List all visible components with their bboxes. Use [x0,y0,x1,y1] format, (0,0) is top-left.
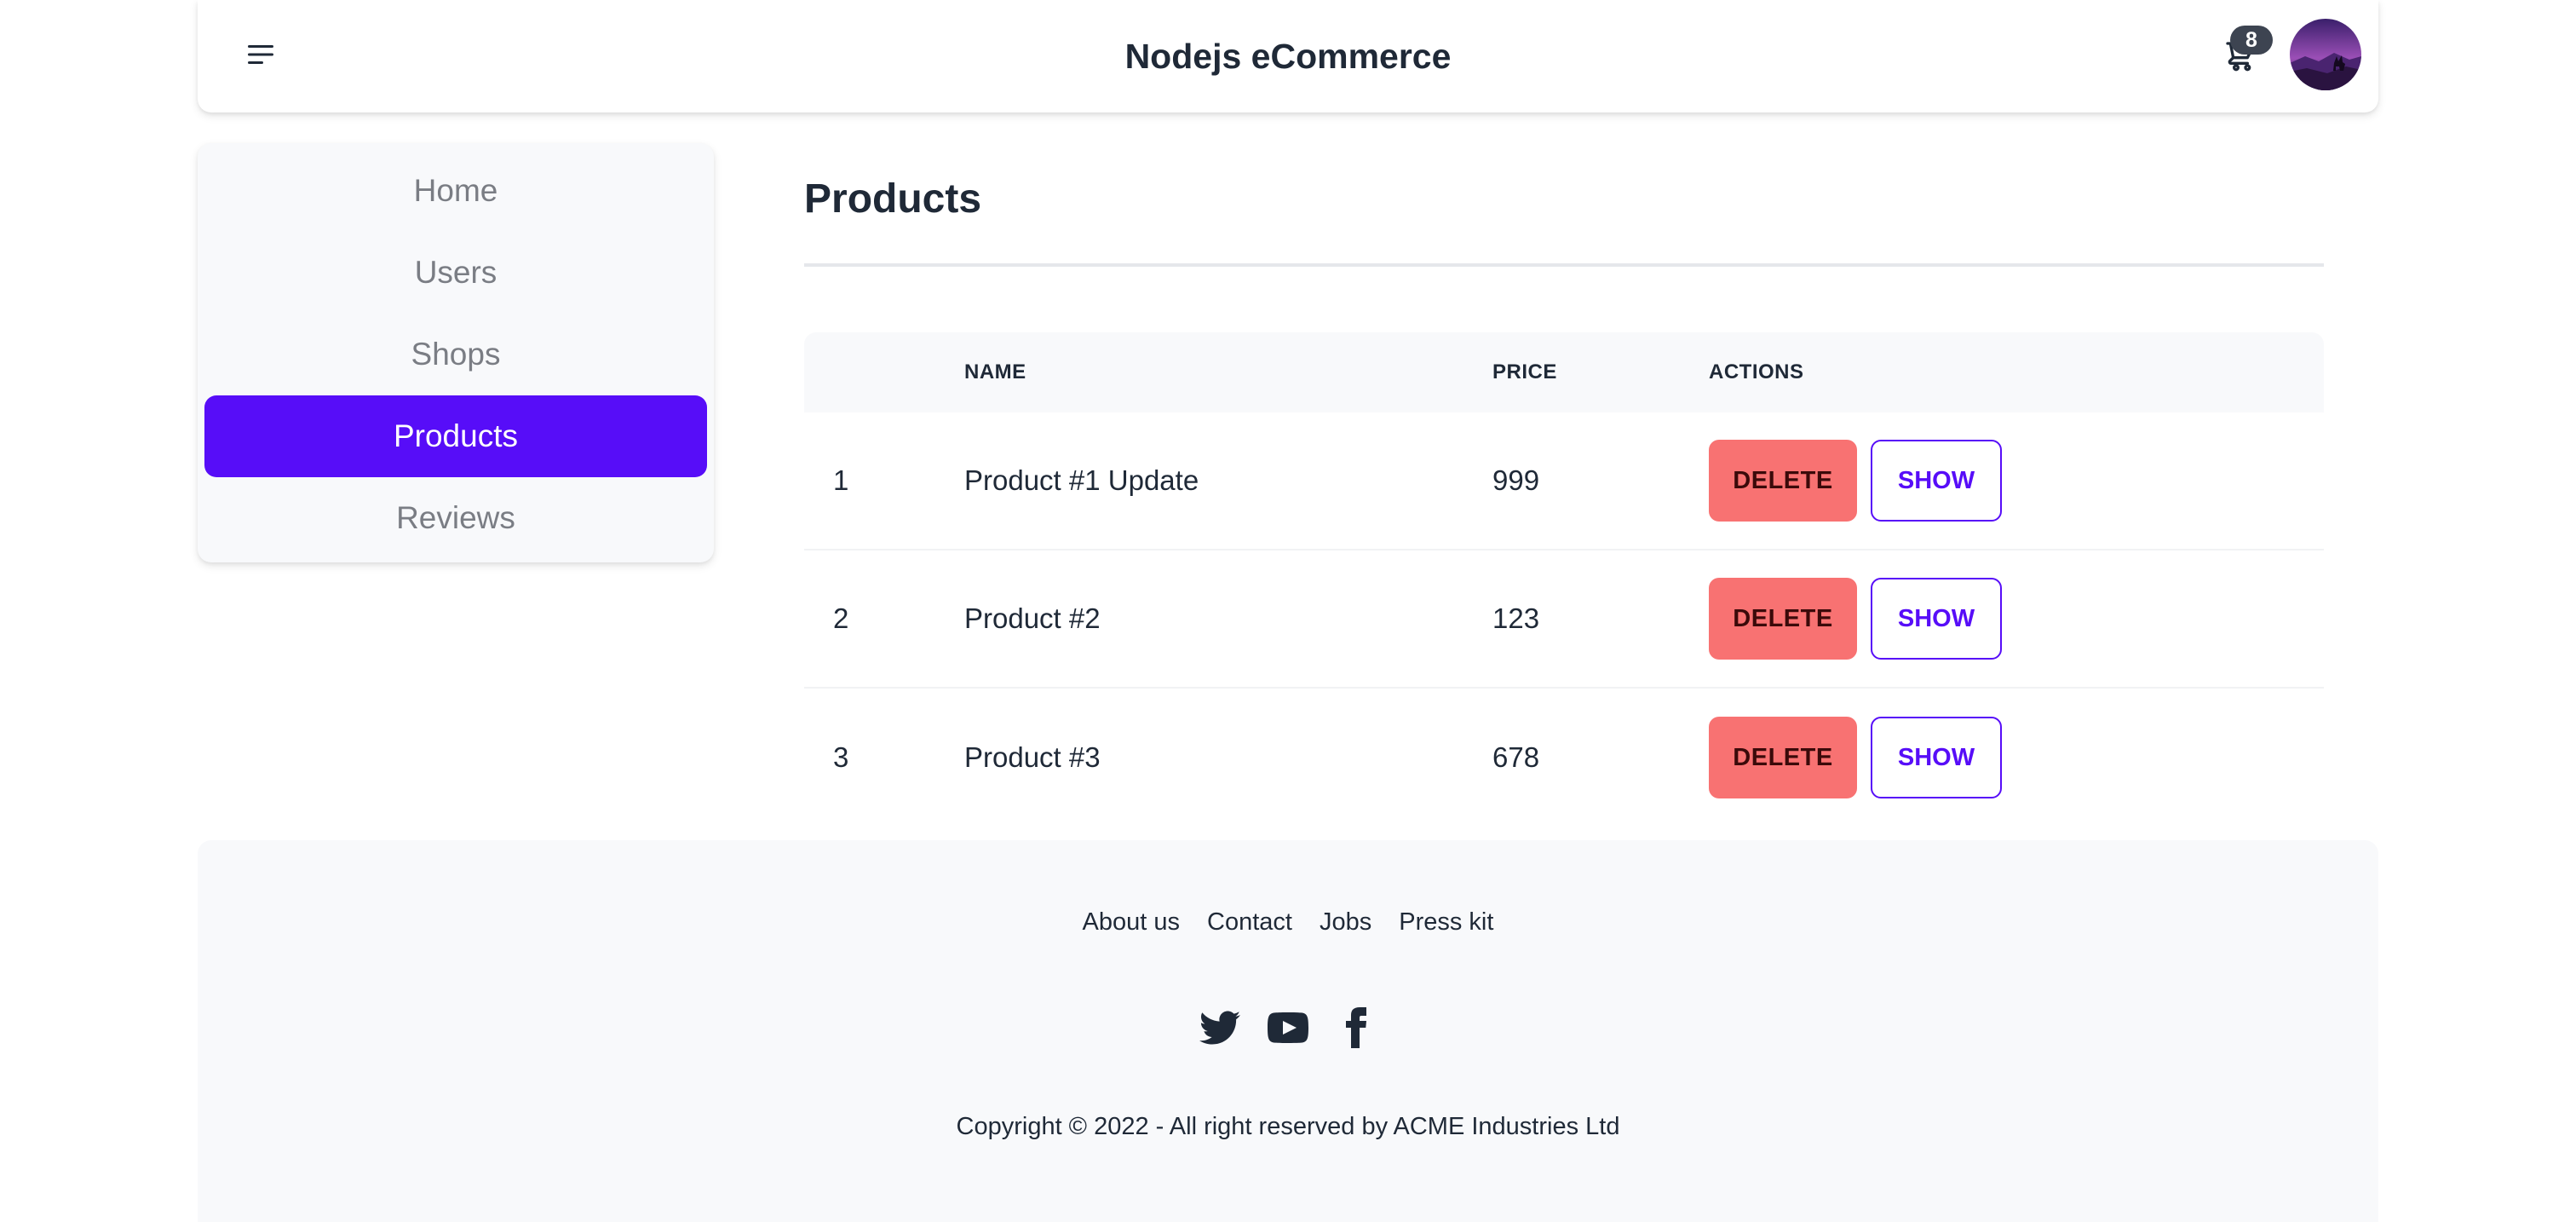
row-index: 3 [833,741,849,773]
row-index: 1 [833,464,849,496]
user-avatar[interactable] [2290,19,2361,90]
sidebar: Home Users Shops Products Reviews [198,143,714,562]
product-price: 678 [1492,741,1540,773]
products-table: NAME PRICE ACTIONS 1 Product #1 Update 9… [804,332,2324,827]
header-actions: ACTIONS [1709,360,1804,383]
sidebar-item-users[interactable]: Users [204,232,707,314]
footer-links: About us Contact Jobs Press kit [198,908,2378,937]
app-title: Nodejs eCommerce [1124,36,1452,76]
footer-link-press-kit[interactable]: Press kit [1399,908,1493,937]
row-index: 2 [833,602,849,634]
title-divider [804,263,2324,267]
show-button[interactable]: SHOW [1871,717,2002,798]
table-row: 1 Product #1 Update 999 DELETE SHOW [804,412,2324,550]
youtube-icon[interactable] [1268,1007,1308,1048]
page-title: Products [804,176,982,222]
product-name: Product #3 [964,741,1101,773]
delete-button[interactable]: DELETE [1709,440,1857,522]
footer: About us Contact Jobs Press kit Copyrigh… [198,840,2378,1222]
show-button[interactable]: SHOW [1871,578,2002,660]
show-button[interactable]: SHOW [1871,440,2002,522]
sidebar-item-reviews[interactable]: Reviews [204,477,707,559]
main-content: Products NAME PRICE ACTIONS 1 Product #1… [804,170,2324,798]
footer-link-jobs[interactable]: Jobs [1320,908,1371,937]
product-name: Product #2 [964,602,1101,634]
row-actions: DELETE SHOW [1709,717,2002,798]
product-name: Product #1 Update [964,464,1199,496]
table-header: NAME PRICE ACTIONS [804,332,2324,412]
facebook-icon[interactable] [1336,1007,1377,1048]
table-row: 3 Product #3 678 DELETE SHOW [804,689,2324,827]
delete-button[interactable]: DELETE [1709,717,1857,798]
row-actions: DELETE SHOW [1709,578,2002,660]
navbar: Nodejs eCommerce 8 [198,0,2378,112]
menu-button[interactable] [235,31,286,82]
header-price: PRICE [1492,360,1557,383]
header-name: NAME [964,360,1026,383]
footer-social [198,1007,2378,1048]
table-row: 2 Product #2 123 DELETE SHOW [804,550,2324,689]
copyright-text: Copyright © 2022 - All right reserved by… [956,1113,1620,1140]
twitter-icon[interactable] [1199,1007,1240,1048]
row-actions: DELETE SHOW [1709,440,2002,522]
cart-count-badge: 8 [2230,26,2273,55]
footer-link-contact[interactable]: Contact [1207,908,1292,937]
product-price: 123 [1492,602,1540,634]
sidebar-item-shops[interactable]: Shops [204,314,707,395]
menu-icon [246,43,275,71]
delete-button[interactable]: DELETE [1709,578,1857,660]
sidebar-item-home[interactable]: Home [204,150,707,232]
footer-link-about[interactable]: About us [1083,908,1180,937]
sidebar-item-products[interactable]: Products [204,395,707,477]
product-price: 999 [1492,464,1540,496]
